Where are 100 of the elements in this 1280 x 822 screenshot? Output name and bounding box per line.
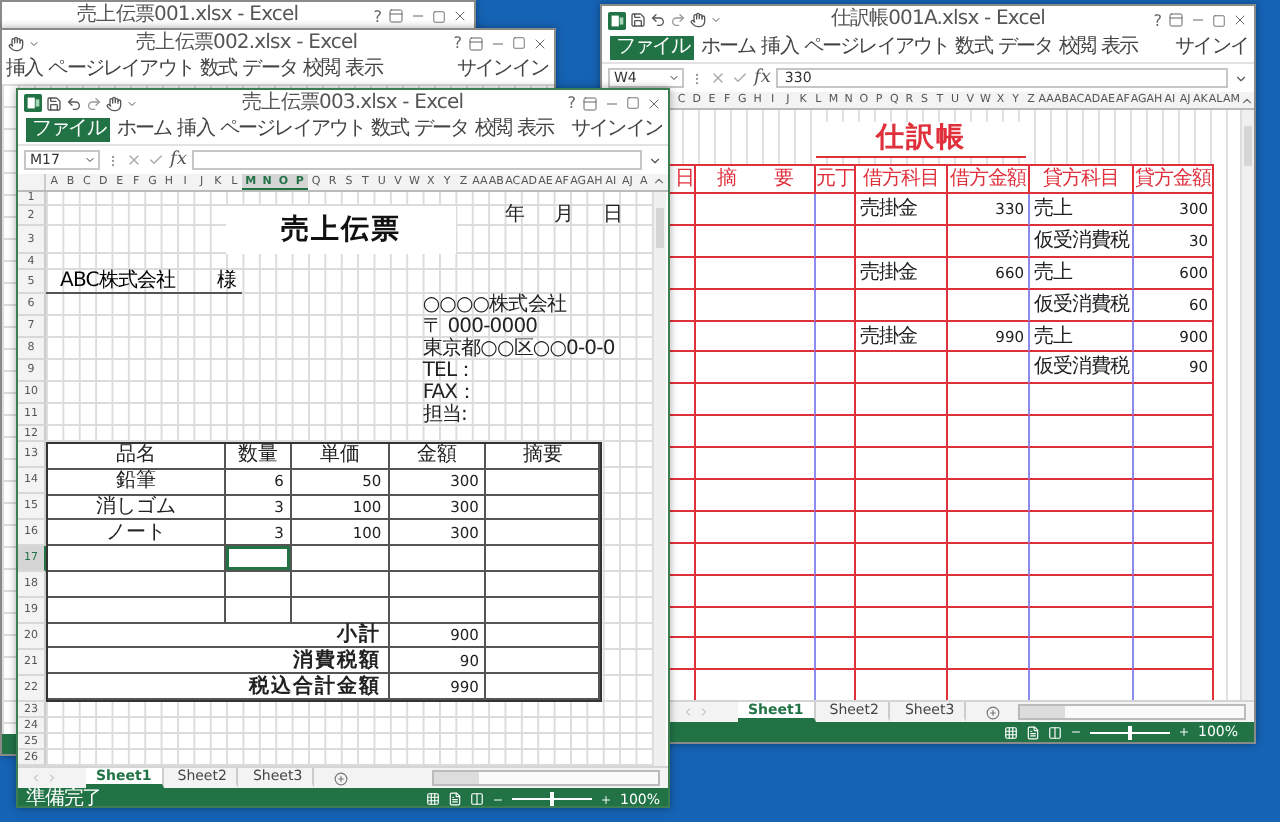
formula-field[interactable] xyxy=(192,150,642,170)
hand-icon[interactable] xyxy=(690,12,706,28)
undo-icon[interactable] xyxy=(650,12,666,28)
close-icon[interactable] xyxy=(1232,12,1248,28)
ribbon-tab[interactable]: ページレイアウト xyxy=(219,118,366,142)
caret-icon[interactable] xyxy=(668,72,680,84)
ribbon-tab[interactable]: データ xyxy=(997,36,1053,60)
caret-icon[interactable] xyxy=(710,14,722,26)
ribbon-tab[interactable]: データ xyxy=(413,118,469,142)
help-button[interactable]: ? xyxy=(1153,11,1162,29)
normal-view-icon[interactable] xyxy=(1003,725,1018,739)
sheet-title: 仕訳帳 xyxy=(816,122,1026,158)
ribbon-tab[interactable]: 校閲 xyxy=(1058,36,1095,60)
enter-icon[interactable] xyxy=(732,70,748,86)
cancel-icon[interactable] xyxy=(710,70,726,86)
ribbon-tab[interactable]: ホーム xyxy=(116,118,172,142)
ribbon-tab[interactable]: 表示 xyxy=(1100,36,1138,60)
close-icon[interactable] xyxy=(452,8,468,24)
help-button[interactable]: ? xyxy=(373,7,382,25)
insert-function-button[interactable]: fx xyxy=(170,150,187,170)
sign-in-link[interactable]: サインイン xyxy=(570,118,662,142)
table-cell xyxy=(486,572,601,598)
ribbon-tab[interactable]: データ xyxy=(242,58,298,82)
ribbon-tab[interactable]: 表示 xyxy=(345,58,382,82)
zoom-out-icon[interactable] xyxy=(491,793,504,805)
close-icon[interactable] xyxy=(532,35,548,51)
scrollbar[interactable] xyxy=(1240,110,1254,700)
ribbon-tab[interactable]: ページレイアウト xyxy=(803,36,950,60)
maximize-icon[interactable] xyxy=(1212,13,1226,27)
ribbon-tab[interactable]: 校閲 xyxy=(303,58,340,82)
add-sheet-icon[interactable] xyxy=(334,771,349,785)
ribbon-display-icon[interactable] xyxy=(582,95,598,111)
slider-thumb[interactable] xyxy=(549,792,554,806)
normal-view-icon[interactable] xyxy=(425,792,440,806)
table-cell xyxy=(814,225,854,258)
table-cell xyxy=(486,623,601,649)
hand-icon[interactable] xyxy=(106,95,122,111)
table-cell xyxy=(814,257,854,290)
ribbon-tab[interactable]: 数式 xyxy=(955,36,992,60)
table-cell xyxy=(486,674,601,700)
ribbon-display-icon[interactable] xyxy=(468,35,484,51)
table-cell xyxy=(486,597,601,624)
save-icon[interactable] xyxy=(46,95,62,111)
table-cell xyxy=(854,289,946,322)
zoom-in-icon[interactable] xyxy=(1177,726,1190,738)
ribbon-tab[interactable]: 挿入 xyxy=(177,118,214,142)
caret-icon[interactable] xyxy=(84,154,96,166)
ribbon-tab[interactable]: 数式 xyxy=(371,118,408,142)
save-icon[interactable] xyxy=(630,12,646,28)
ribbon-display-icon[interactable] xyxy=(388,8,404,24)
table-cell xyxy=(946,575,1028,608)
page-layout-icon[interactable] xyxy=(1025,725,1040,739)
file-tab[interactable]: ファイル xyxy=(610,36,695,60)
page-break-icon[interactable] xyxy=(469,792,484,806)
page-break-icon[interactable] xyxy=(1047,725,1062,739)
ribbon-tab[interactable]: 校閲 xyxy=(474,118,511,142)
sign-in-link[interactable]: サインイ xyxy=(1175,36,1248,60)
file-tab[interactable]: ファイル xyxy=(26,118,111,142)
maximize-icon[interactable] xyxy=(626,96,640,110)
expand-icon[interactable] xyxy=(1234,71,1248,85)
scroll-up-icon[interactable] xyxy=(651,174,666,188)
table-cell xyxy=(389,597,487,624)
zoom-out-icon[interactable] xyxy=(1069,726,1082,738)
table-cell xyxy=(814,289,854,322)
ribbon-tab[interactable]: ページレイアウト xyxy=(48,58,195,82)
expand-icon[interactable] xyxy=(648,153,662,167)
ribbon-tab[interactable]: ホーム xyxy=(700,36,756,60)
ribbon-display-icon[interactable] xyxy=(1168,12,1184,28)
slider-thumb[interactable] xyxy=(1127,725,1132,739)
page-layout-icon[interactable] xyxy=(447,792,462,806)
help-button[interactable]: ? xyxy=(567,94,576,112)
undo-icon[interactable] xyxy=(66,95,82,111)
scrollbar[interactable] xyxy=(1018,704,1246,720)
ribbon-tab[interactable]: 表示 xyxy=(516,118,554,142)
add-sheet-icon[interactable] xyxy=(986,705,1001,719)
enter-icon[interactable] xyxy=(148,152,164,168)
sign-in-link[interactable]: サインイン xyxy=(456,58,548,82)
hand-icon[interactable] xyxy=(8,35,24,51)
window-title: 売上伝票002.xlsx - Excel xyxy=(134,31,360,55)
help-button[interactable]: ? xyxy=(453,34,462,52)
ribbon-tab[interactable]: 挿入 xyxy=(761,36,798,60)
zoom-in-icon[interactable] xyxy=(599,793,612,805)
table-cell: ノート xyxy=(48,520,227,547)
column-heading: 摘要 xyxy=(486,444,601,470)
ribbon-tab[interactable]: 挿入 xyxy=(6,58,43,82)
caret-icon[interactable] xyxy=(126,97,138,109)
table-cell xyxy=(946,607,1028,639)
ribbon-tab[interactable]: 数式 xyxy=(200,58,237,82)
maximize-icon[interactable] xyxy=(432,9,446,23)
scroll-up-icon[interactable] xyxy=(1240,93,1254,107)
table-cell xyxy=(946,384,1028,417)
scrollbar[interactable] xyxy=(432,770,660,786)
table-cell xyxy=(1028,607,1132,639)
table-cell: 仮受消費税 xyxy=(1028,289,1132,322)
cancel-icon[interactable] xyxy=(126,152,142,168)
caret-icon[interactable] xyxy=(28,37,40,49)
insert-function-button[interactable]: fx xyxy=(754,68,771,88)
maximize-icon[interactable] xyxy=(512,36,526,50)
table-cell xyxy=(854,352,946,385)
close-icon[interactable] xyxy=(646,95,662,111)
